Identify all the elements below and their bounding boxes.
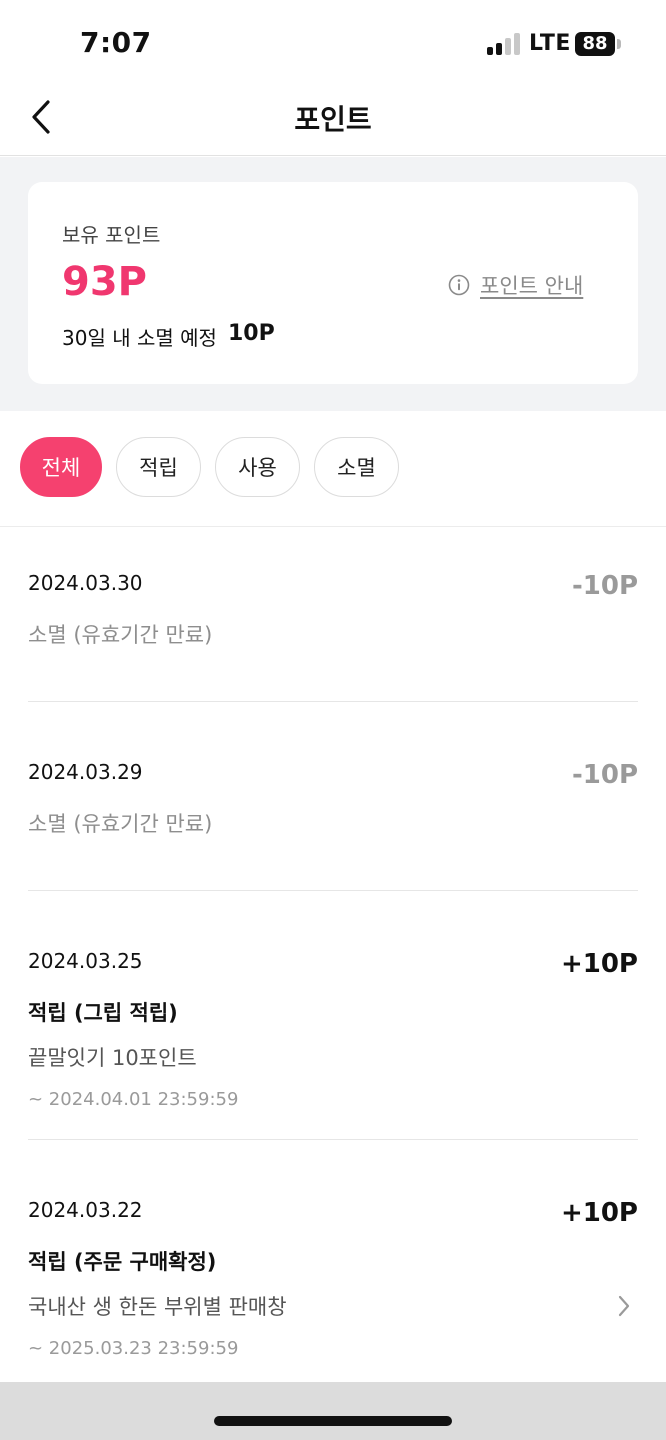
filter-chips: 전체 적립 사용 소멸 [20,437,399,499]
history-amount: -10P [571,571,638,601]
history-date: 2024.03.25 [28,949,143,973]
history-amount: +10P [560,949,638,979]
info-icon [448,274,470,296]
page-title: 포인트 [294,103,372,136]
points-summary-card: 보유 포인트 93P 30일 내 소멸 예정 10P 포인트 안내 [28,182,638,384]
status-time: 7:07 [80,26,152,59]
header: 포인트 [0,82,666,156]
history-item-link[interactable]: 2024.03.22 +10P 적립 (주문 구매확정) 국내산 생 한돈 부위… [28,1140,638,1380]
history-date: 2024.03.22 [28,1198,143,1222]
history-amount: -10P [571,760,638,790]
history-item: 2024.03.25 +10P 적립 (그립 적립) 끝말잇기 10포인트 ~ … [28,891,638,1140]
home-indicator[interactable] [214,1416,452,1426]
history-amount: +10P [560,1198,638,1228]
history-title: 소멸 (유효기간 만료) [28,623,213,647]
filter-expired[interactable]: 소멸 [314,437,399,497]
owned-points-label: 보유 포인트 [62,223,161,247]
history-title: 소멸 (유효기간 만료) [28,812,213,836]
status-bar: 7:07 LTE 88 [0,0,666,82]
owned-points-value: 93P [62,259,147,305]
filter-used[interactable]: 사용 [215,437,300,497]
history-expiry: ~ 2025.03.23 23:59:59 [28,1338,239,1359]
points-guide-link[interactable]: 포인트 안내 [448,270,583,300]
history-item: 2024.03.30 -10P 소멸 (유효기간 만료) [28,527,638,702]
history-description: 국내산 생 한돈 부위별 판매창 [28,1295,287,1319]
points-guide-label: 포인트 안내 [480,274,584,298]
history-date: 2024.03.29 [28,760,143,784]
history-expiry: ~ 2024.04.01 23:59:59 [28,1089,239,1110]
battery-icon: 88 [575,32,615,56]
filter-earned[interactable]: 적립 [116,437,201,497]
signal-icon [487,33,521,55]
network-label: LTE [529,31,571,56]
history-description: 끝말잇기 10포인트 [28,1046,197,1070]
points-summary-area: 보유 포인트 93P 30일 내 소멸 예정 10P 포인트 안내 [0,157,666,411]
history-item: 2024.03.29 -10P 소멸 (유효기간 만료) [28,702,638,891]
filter-all[interactable]: 전체 [20,437,102,497]
bottom-bar [0,1382,666,1440]
history-title: 적립 (그립 적립) [28,1001,178,1025]
expiring-points-label: 30일 내 소멸 예정 [62,326,217,350]
expiring-points-value: 10P [228,321,275,346]
chevron-right-icon [618,1295,630,1317]
history-title: 적립 (주문 구매확정) [28,1250,217,1274]
battery-tip [617,39,621,49]
history-date: 2024.03.30 [28,571,143,595]
